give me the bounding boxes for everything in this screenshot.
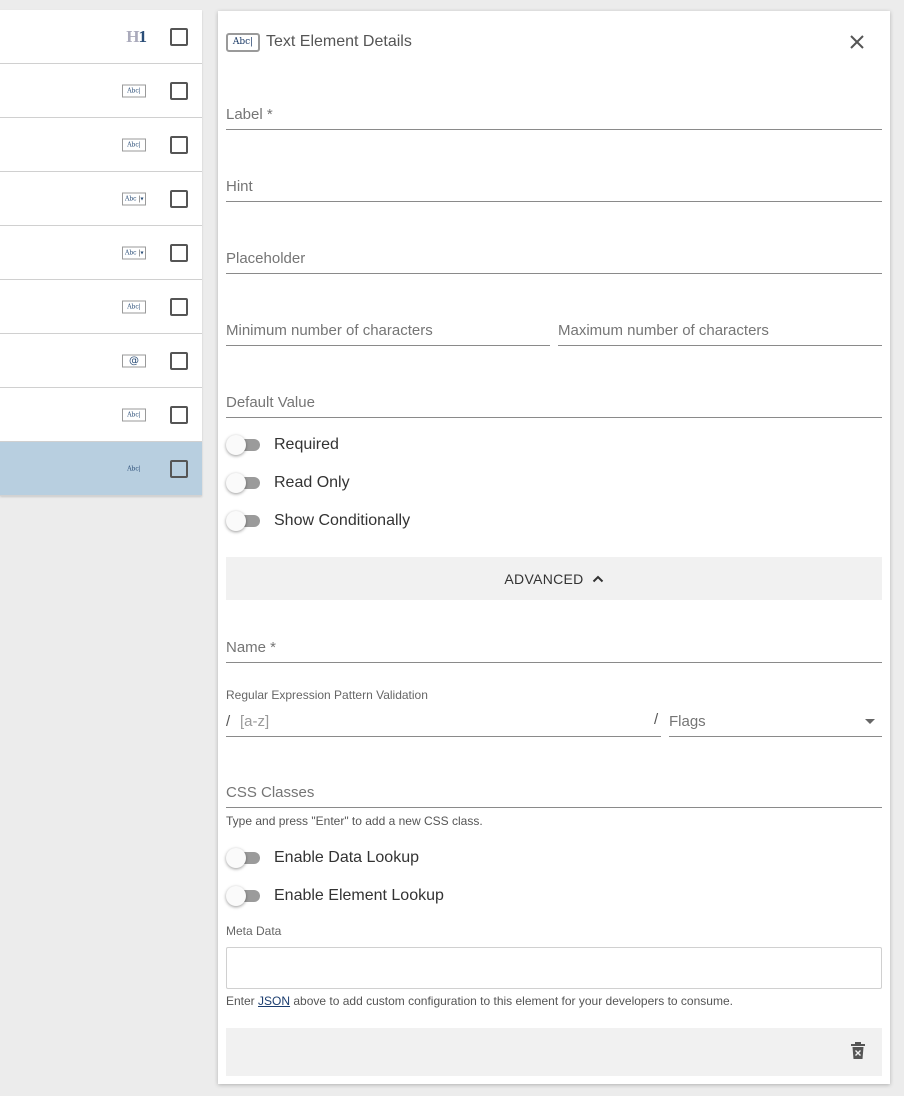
flags-label: Flags	[669, 713, 706, 730]
element-checkbox[interactable]	[170, 189, 188, 208]
enable-data-lookup-toggle[interactable]	[226, 848, 262, 868]
heading-h1-icon: H1	[126, 26, 147, 47]
regex-label: Regular Expression Pattern Validation	[226, 688, 428, 702]
select-icon-text: Abc	[125, 249, 137, 256]
label-input[interactable]: Label *	[226, 90, 882, 130]
element-row[interactable]: Abc|	[0, 388, 202, 442]
advanced-toggle-button[interactable]: ADVANCED	[226, 557, 882, 600]
read-only-label: Read Only	[274, 474, 350, 491]
h1-icon-letter: H	[126, 26, 139, 46]
min-chars-input[interactable]: Minimum number of characters	[226, 306, 550, 346]
text-input-icon: Abc|	[122, 408, 146, 421]
hint-input[interactable]: Hint	[226, 162, 882, 202]
element-row[interactable]: @	[0, 334, 202, 388]
show-conditionally-label: Show Conditionally	[274, 512, 411, 529]
show-conditionally-toggle-row[interactable]: Show Conditionally	[226, 510, 410, 532]
element-list: H1 Abc| Abc| Abc ▾ Abc ▾ Abc| @ Abc| Abc|	[0, 10, 202, 496]
flags-select[interactable]: Flags	[669, 709, 882, 737]
max-chars-label: Maximum number of characters	[558, 322, 769, 339]
min-chars-label: Minimum number of characters	[226, 322, 433, 339]
regex-slash: /	[226, 713, 231, 730]
required-label: Required	[274, 436, 339, 453]
element-row[interactable]: Abc ▾	[0, 226, 202, 280]
regex-pattern-input[interactable]: / [a-z]	[226, 709, 661, 737]
show-conditionally-toggle[interactable]	[226, 511, 262, 531]
email-input-icon: @	[122, 354, 146, 367]
text-element-icon: Abc|	[226, 32, 260, 52]
enable-data-lookup-label: Enable Data Lookup	[274, 849, 419, 866]
element-checkbox[interactable]	[170, 297, 188, 316]
select-icon-text: Abc	[125, 195, 137, 202]
select-input-icon: Abc ▾	[122, 192, 146, 205]
element-row[interactable]: Abc|	[0, 118, 202, 172]
element-row[interactable]: Abc|	[0, 280, 202, 334]
enable-element-lookup-toggle[interactable]	[226, 886, 262, 906]
hint-input-label: Hint	[226, 178, 253, 195]
flags-slash: /	[654, 711, 659, 728]
required-toggle[interactable]	[226, 435, 262, 455]
label-input-label: Label *	[226, 106, 273, 123]
placeholder-input[interactable]: Placeholder	[226, 234, 882, 274]
css-classes-label: CSS Classes	[226, 784, 315, 801]
dropdown-arrow-icon	[865, 719, 875, 724]
text-input-icon: Abc|	[122, 84, 146, 97]
name-input[interactable]: Name *	[226, 623, 882, 663]
element-checkbox[interactable]	[170, 135, 188, 154]
text-element-details-panel: Abc| Text Element Details Label * Hint P…	[218, 11, 890, 1084]
required-toggle-row[interactable]: Required	[226, 434, 339, 456]
css-classes-input[interactable]: CSS Classes	[226, 768, 882, 808]
panel-footer	[226, 1028, 882, 1076]
enable-element-lookup-toggle-row[interactable]: Enable Element Lookup	[226, 885, 444, 907]
text-input-icon: Abc|	[122, 138, 146, 151]
element-checkbox[interactable]	[170, 243, 188, 262]
close-icon[interactable]	[848, 33, 866, 51]
regex-placeholder: [a-z]	[240, 713, 270, 730]
enable-element-lookup-label: Enable Element Lookup	[274, 887, 444, 904]
element-checkbox[interactable]	[170, 405, 188, 424]
meta-data-input[interactable]	[226, 947, 882, 989]
select-input-icon: Abc ▾	[122, 246, 146, 259]
element-row[interactable]: H1	[0, 10, 202, 64]
h1-icon-number: 1	[138, 26, 147, 46]
chevron-up-icon	[592, 575, 603, 582]
element-checkbox[interactable]	[170, 351, 188, 370]
read-only-toggle[interactable]	[226, 473, 262, 493]
meta-data-label: Meta Data	[226, 924, 282, 938]
placeholder-input-label: Placeholder	[226, 250, 306, 267]
element-row[interactable]: Abc|	[0, 64, 202, 118]
panel-header: Abc| Text Element Details	[226, 31, 412, 53]
read-only-toggle-row[interactable]: Read Only	[226, 472, 350, 494]
default-value-input[interactable]: Default Value	[226, 378, 882, 418]
element-checkbox[interactable]	[170, 459, 188, 478]
element-row[interactable]: Abc ▾	[0, 172, 202, 226]
max-chars-input[interactable]: Maximum number of characters	[558, 306, 882, 346]
text-input-icon: Abc|	[122, 300, 146, 313]
advanced-label: ADVANCED	[504, 570, 584, 587]
enable-data-lookup-toggle-row[interactable]: Enable Data Lookup	[226, 847, 419, 869]
delete-icon[interactable]	[850, 1042, 866, 1060]
panel-title: Text Element Details	[266, 33, 412, 50]
text-input-icon: Abc|	[122, 462, 146, 475]
css-classes-hint: Type and press "Enter" to add a new CSS …	[226, 814, 483, 828]
meta-hint-post: above to add custom configuration to thi…	[290, 994, 733, 1008]
json-link[interactable]: JSON	[258, 994, 290, 1008]
meta-hint-pre: Enter	[226, 994, 259, 1008]
element-row-selected[interactable]: Abc|	[0, 442, 202, 496]
name-input-label: Name *	[226, 639, 277, 656]
element-checkbox[interactable]	[170, 81, 188, 100]
default-value-label: Default Value	[226, 394, 315, 411]
element-checkbox[interactable]	[170, 27, 188, 46]
meta-data-hint: Enter JSON above to add custom configura…	[226, 994, 733, 1008]
